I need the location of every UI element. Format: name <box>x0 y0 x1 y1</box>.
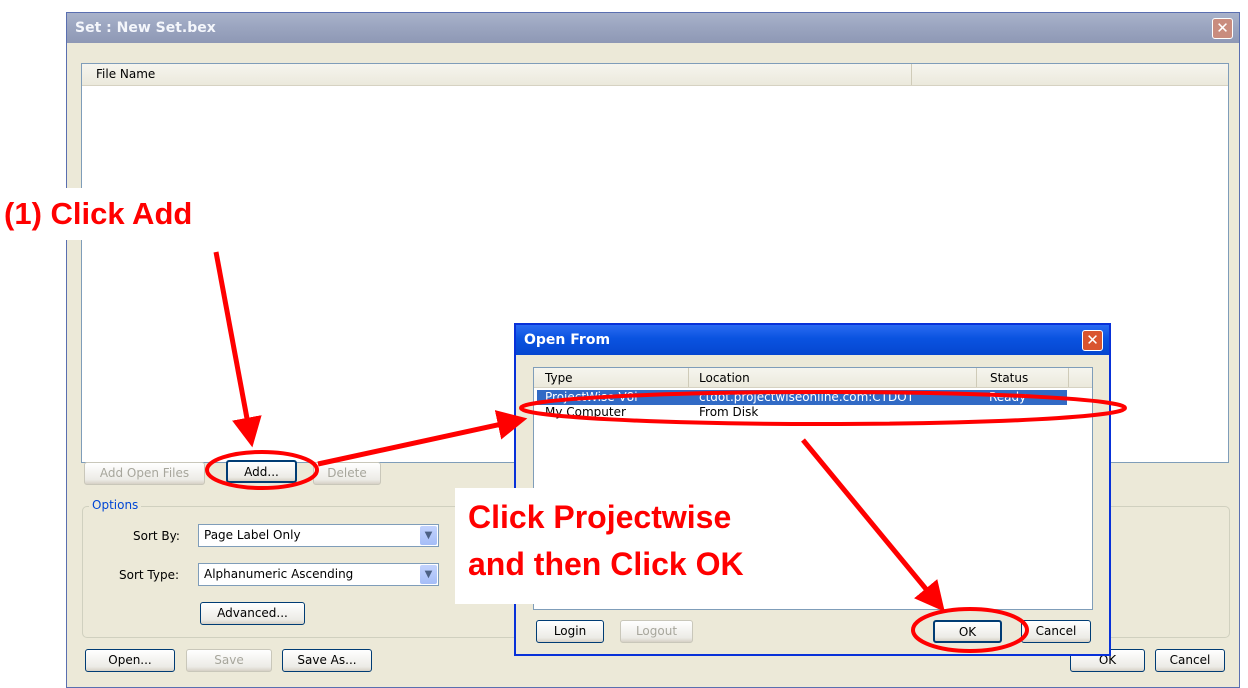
annotation-circle-projectwise <box>519 390 1127 426</box>
annotation-overlay <box>205 251 1127 653</box>
annotation-arrow-to-add <box>213 251 262 448</box>
annotation-arrow-to-projectwise <box>317 410 528 467</box>
annotation-arrow-to-ok <box>801 438 945 612</box>
annotation-circle-add <box>205 450 319 490</box>
annotation-circle-ok <box>911 607 1029 653</box>
